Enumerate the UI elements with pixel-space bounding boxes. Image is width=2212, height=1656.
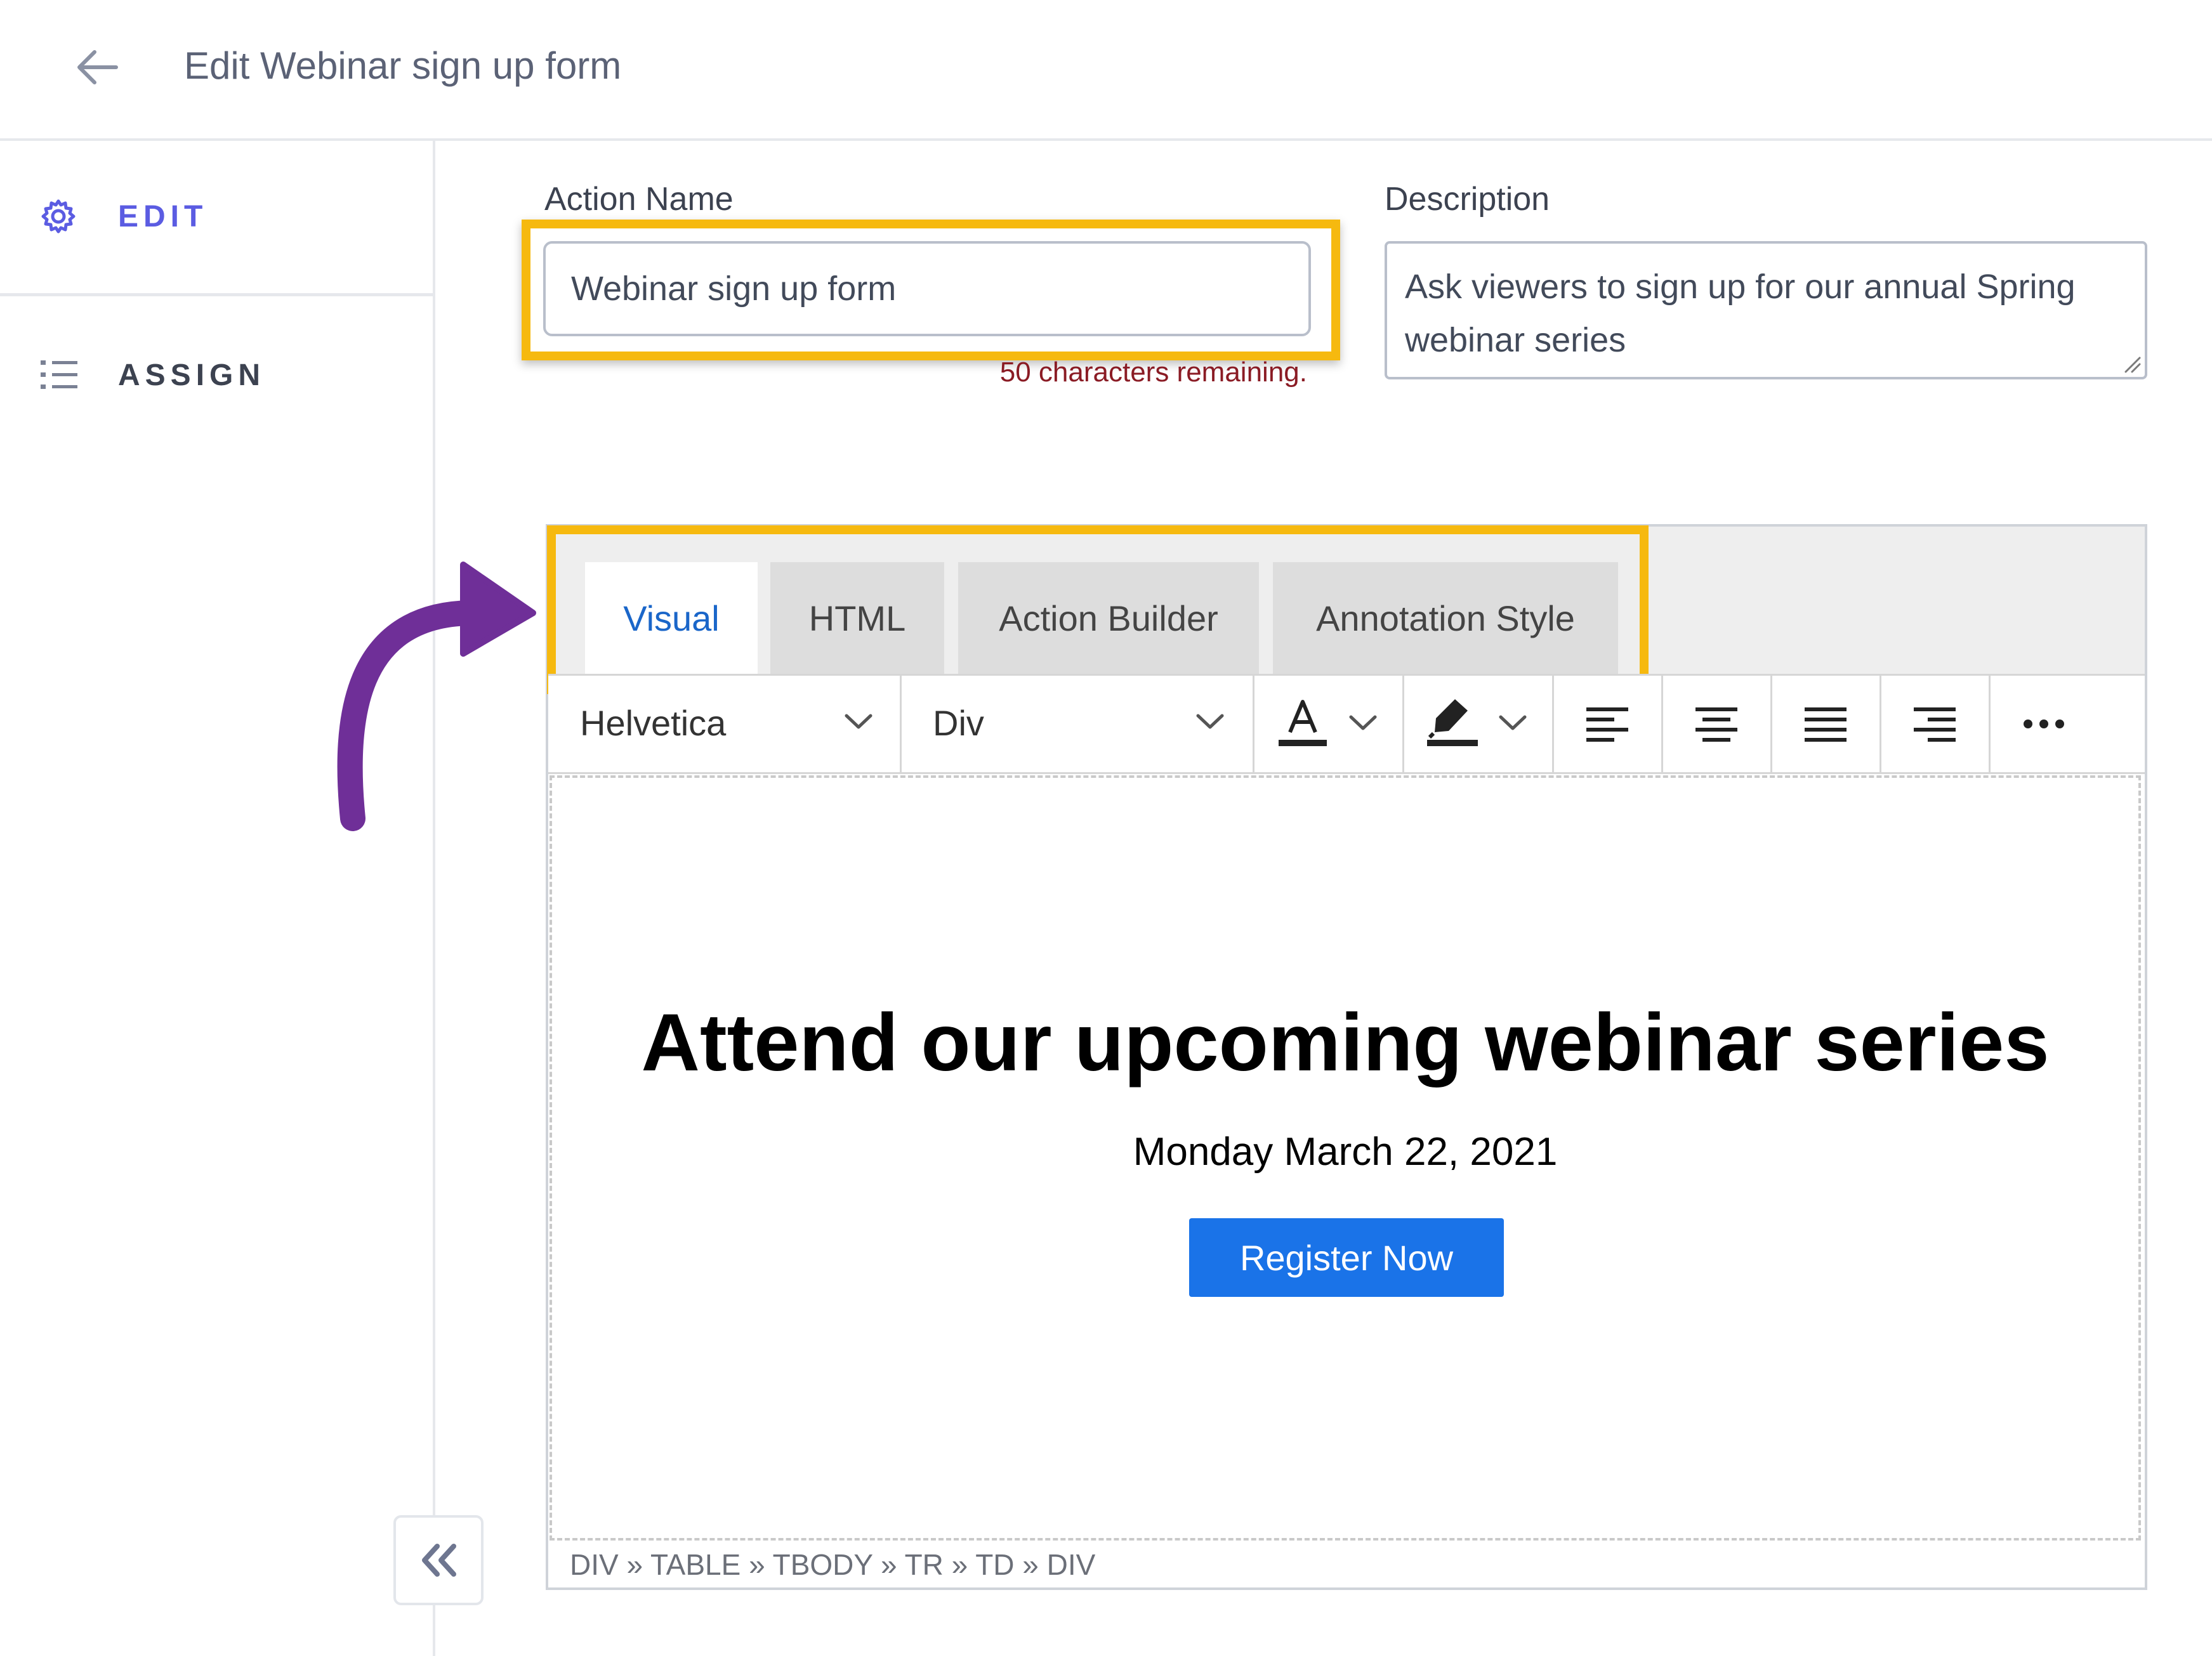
gear-icon bbox=[41, 199, 76, 233]
double-chevron-left-icon bbox=[422, 1544, 456, 1577]
collapse-sidebar-button[interactable] bbox=[393, 1515, 484, 1605]
more-options-button[interactable] bbox=[1991, 676, 2097, 772]
align-right-icon bbox=[1914, 707, 1956, 742]
sidebar-item-label: ASSIGN bbox=[118, 358, 266, 392]
content-date: Monday March 22, 2021 bbox=[1133, 1130, 1558, 1174]
align-center-button[interactable] bbox=[1664, 676, 1769, 772]
register-now-label: Register Now bbox=[1239, 1237, 1454, 1278]
sidebar-item-assign[interactable]: ASSIGN bbox=[39, 346, 265, 404]
sidebar-divider bbox=[0, 293, 434, 296]
sidebar-item-label: EDIT bbox=[118, 199, 208, 233]
text-color-icon bbox=[1279, 700, 1377, 746]
align-justify-button[interactable] bbox=[1773, 676, 1878, 772]
chevron-down-icon bbox=[845, 714, 872, 729]
element-path: DIV » TABLE » TBODY » TR » TD » DIV bbox=[570, 1548, 1096, 1581]
font-family-value: Helvetica bbox=[580, 703, 727, 743]
highlight-color-button[interactable] bbox=[1405, 676, 1551, 772]
element-path-statusbar: DIV » TABLE » TBODY » TR » TD » DIV bbox=[550, 1542, 2141, 1587]
block-format-value: Div bbox=[933, 703, 984, 743]
description-value: Ask viewers to sign up for our annual Sp… bbox=[1405, 268, 2076, 359]
highlight-icon bbox=[1427, 699, 1527, 746]
align-left-button[interactable] bbox=[1555, 676, 1660, 772]
character-counter: 50 characters remaining. bbox=[999, 357, 1307, 388]
align-justify-icon bbox=[1805, 707, 1847, 742]
align-right-button[interactable] bbox=[1882, 676, 1987, 772]
align-center-icon bbox=[1695, 707, 1737, 742]
arrow-left-icon bbox=[77, 50, 118, 84]
register-now-button[interactable]: Register Now bbox=[1189, 1218, 1504, 1297]
action-name-value: Webinar sign up form bbox=[571, 270, 897, 308]
text-color-button[interactable] bbox=[1255, 676, 1401, 772]
toolbar-separator bbox=[1253, 674, 1254, 774]
toolbar-separator bbox=[1770, 674, 1772, 774]
toolbar-separator bbox=[1661, 674, 1663, 774]
chevron-down-icon bbox=[1196, 714, 1224, 729]
toolbar-separator bbox=[1880, 674, 1881, 774]
resize-handle-icon[interactable] bbox=[2122, 354, 2141, 373]
action-name-label: Action Name bbox=[544, 181, 734, 218]
toolbar-separator bbox=[1402, 674, 1404, 774]
sidebar-item-edit[interactable]: EDIT bbox=[39, 188, 207, 245]
toolbar-separator bbox=[1552, 674, 1554, 774]
description-label: Description bbox=[1385, 181, 1550, 218]
list-icon bbox=[41, 360, 77, 389]
page-title: Edit Webinar sign up form bbox=[184, 44, 622, 87]
align-left-icon bbox=[1586, 707, 1628, 742]
toolbar-separator bbox=[1989, 674, 1991, 774]
highlight-box-tabs bbox=[547, 525, 1649, 694]
description-textarea[interactable]: Ask viewers to sign up for our annual Sp… bbox=[1385, 241, 2147, 379]
more-icon bbox=[2024, 720, 2064, 728]
toolbar-separator bbox=[900, 674, 902, 774]
annotation-arrow-icon bbox=[337, 562, 536, 831]
action-name-input[interactable]: Webinar sign up form bbox=[543, 241, 1311, 336]
content-headline: Attend our upcoming webinar series bbox=[641, 997, 2050, 1088]
back-button[interactable] bbox=[66, 36, 129, 99]
